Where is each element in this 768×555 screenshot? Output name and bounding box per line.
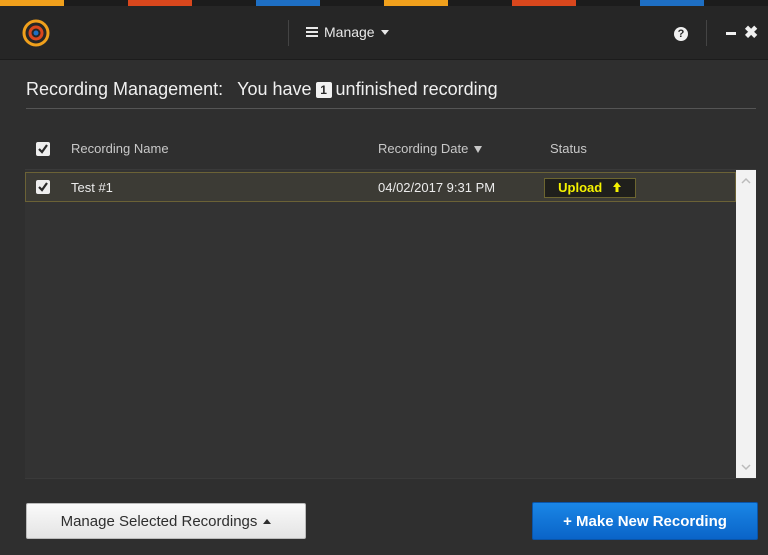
title-bar: Manage ? ✖ bbox=[0, 6, 768, 60]
make-new-recording-button[interactable]: + Make New Recording bbox=[532, 502, 758, 540]
app-logo-icon bbox=[22, 19, 50, 47]
manage-menu-label: Manage bbox=[324, 24, 375, 40]
recording-name: Test #1 bbox=[71, 180, 113, 195]
column-header-name[interactable]: Recording Name bbox=[71, 141, 169, 156]
scroll-down-icon[interactable] bbox=[741, 462, 751, 472]
upload-button[interactable]: Upload bbox=[544, 178, 636, 198]
menu-divider bbox=[706, 20, 707, 46]
manage-selected-recordings-button[interactable]: Manage Selected Recordings bbox=[26, 503, 306, 539]
table-row[interactable]: Test #1 04/02/2017 9:31 PM Upload bbox=[25, 172, 736, 202]
unfinished-count-badge: 1 bbox=[315, 81, 332, 98]
select-all-checkbox[interactable] bbox=[36, 142, 50, 156]
list-icon bbox=[306, 27, 318, 37]
upload-button-label: Upload bbox=[558, 180, 603, 195]
checkmark-icon bbox=[38, 144, 48, 154]
manage-selected-label: Manage Selected Recordings bbox=[60, 512, 258, 530]
menu-divider bbox=[288, 20, 289, 46]
page-title-you-have: You have bbox=[237, 79, 312, 99]
arrow-up-icon bbox=[612, 182, 621, 192]
sort-descending-icon bbox=[474, 146, 483, 154]
column-header-date[interactable]: Recording Date bbox=[378, 141, 483, 156]
column-header-date-label: Recording Date bbox=[378, 141, 469, 156]
column-header-status[interactable]: Status bbox=[550, 141, 587, 156]
minimize-button[interactable] bbox=[726, 32, 736, 35]
recording-date: 04/02/2017 9:31 PM bbox=[378, 180, 496, 195]
page-title: Recording Management: You have 1 unfinis… bbox=[26, 79, 498, 100]
manage-menu-button[interactable]: Manage bbox=[306, 24, 389, 40]
chevron-down-icon bbox=[380, 29, 389, 35]
chevron-up-icon bbox=[263, 518, 272, 524]
row-checkbox[interactable] bbox=[36, 180, 50, 194]
close-button[interactable]: ✖ bbox=[744, 24, 758, 42]
title-divider bbox=[26, 108, 756, 109]
help-icon[interactable]: ? bbox=[674, 27, 688, 41]
checkmark-icon bbox=[38, 182, 48, 192]
recordings-list: Test #1 04/02/2017 9:31 PM Upload bbox=[25, 169, 756, 479]
scroll-up-icon[interactable] bbox=[741, 176, 751, 186]
vertical-scrollbar[interactable] bbox=[736, 170, 756, 478]
page-title-prefix: Recording Management: bbox=[26, 79, 224, 99]
page-title-suffix: unfinished recording bbox=[335, 79, 498, 99]
